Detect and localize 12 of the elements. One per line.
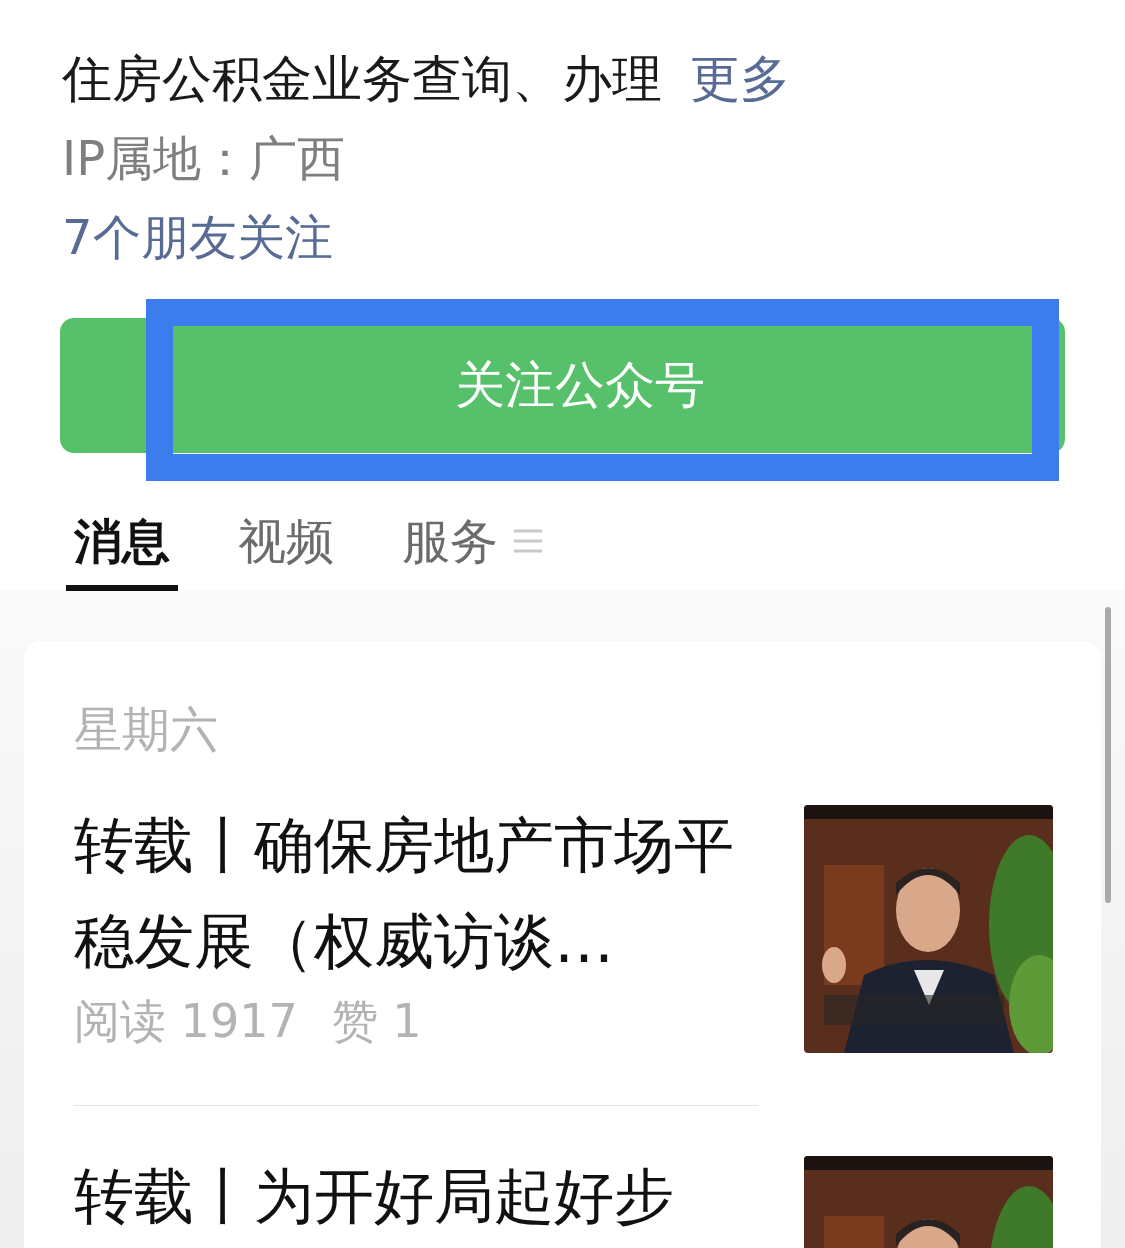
menu-icon [514,527,542,555]
date-label: 星期六 [74,700,219,759]
ip-location: IP属地：广西 [62,129,347,188]
account-description: 住房公积金业务查询、办理 [62,50,662,108]
tab[interactable]: 视频 [230,505,342,591]
more-link[interactable]: 更多 [690,50,790,108]
like-count: 赞 1 [331,993,422,1050]
read-count: 阅读 1917 [74,993,298,1050]
tab[interactable]: 服务 [394,505,550,591]
friends-following-link[interactable]: 7个朋友关注 [62,198,1065,276]
article-title[interactable]: 转载丨为开好局起好步 [74,1148,764,1244]
article-title[interactable]: 转载丨确保房地产市场平稳发展（权威访谈… [74,797,764,989]
